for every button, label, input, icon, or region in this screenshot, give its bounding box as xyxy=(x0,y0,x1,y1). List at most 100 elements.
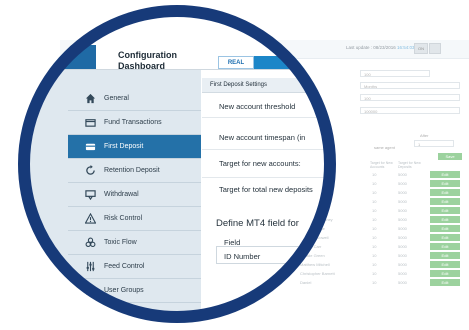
sidebar-item-risk-control[interactable]: Risk Control xyxy=(68,207,201,231)
first-deposit-icon xyxy=(84,141,96,153)
new-account-timespan-label: New account timespan (in xyxy=(219,133,306,142)
define-mt4-field-title: Define MT4 field for xyxy=(216,218,299,229)
sidebar-item-label: Fund Transactions xyxy=(104,119,162,126)
table-cell-a: 10 xyxy=(372,226,377,231)
edit-button[interactable]: Edit xyxy=(430,207,460,214)
form-row: New account threshold xyxy=(202,93,336,118)
save-button[interactable]: Save xyxy=(438,153,462,160)
sidebar-item-label: Withdrawal xyxy=(104,191,139,198)
edit-button[interactable]: Edit xyxy=(430,252,460,259)
table-cell-a: 10 xyxy=(372,235,377,240)
header-brand-block xyxy=(18,45,96,69)
timespan-unit-select[interactable]: Months xyxy=(360,82,460,89)
edit-button[interactable]: Edit xyxy=(430,279,460,286)
sliders-icon xyxy=(84,261,96,273)
table-cell-a: 10 xyxy=(372,280,377,285)
sidebar-item-label: Feed Control xyxy=(104,263,145,270)
form-row: Target for new accounts: xyxy=(202,149,336,178)
table-cell-a: 10 xyxy=(372,217,377,222)
edit-button[interactable]: Edit xyxy=(430,261,460,268)
table-cell-b: 5000 xyxy=(398,199,407,204)
target-deposits-input[interactable]: 100000 xyxy=(360,107,460,114)
biohazard-icon xyxy=(84,237,96,249)
section-title: First Deposit Settings xyxy=(210,82,268,88)
table-cell-b: 5000 xyxy=(398,226,407,231)
page-title: Configuration Dashboard xyxy=(118,50,177,71)
edit-button[interactable]: Edit xyxy=(430,270,460,277)
magnifier-lens: Configuration Dashboard REAL General Fun… xyxy=(18,5,336,323)
sidebar-item-label: Retention Deposit xyxy=(104,167,160,174)
table-cell-a: 10 xyxy=(372,208,377,213)
mt4-field-value: ID Number xyxy=(224,252,261,261)
toggle-on-button[interactable]: ON xyxy=(414,43,428,54)
sidebar-item-first-deposit[interactable]: First Deposit xyxy=(68,135,201,159)
table-cell-b: 5000 xyxy=(398,235,407,240)
same-agent-label: same agent xyxy=(374,145,395,150)
table-cell-b: 5000 xyxy=(398,217,407,222)
mode-tab-real[interactable]: REAL xyxy=(218,56,254,69)
table-cell-a: 10 xyxy=(372,244,377,249)
table-cell-a: 10 xyxy=(372,199,377,204)
app-header: Configuration Dashboard REAL xyxy=(18,5,336,71)
table-cell-a: 10 xyxy=(372,181,377,186)
table-cell-b: 5000 xyxy=(398,253,407,258)
edit-button[interactable]: Edit xyxy=(430,243,460,250)
sidebar-item-general[interactable]: General xyxy=(68,87,201,111)
sidebar: General Fund Transactions First Deposit … xyxy=(18,70,201,323)
table-cell-b: 5000 xyxy=(398,190,407,195)
after-label: After xyxy=(420,133,429,138)
warning-icon xyxy=(84,213,96,225)
edit-button[interactable]: Edit xyxy=(430,180,460,187)
sidebar-item-label: First Deposit xyxy=(104,143,144,150)
target-accounts-input[interactable]: 100 xyxy=(360,94,460,101)
section-header: First Deposit Settings xyxy=(202,78,336,93)
table-cell-a: 10 xyxy=(372,262,377,267)
edit-button[interactable]: Edit xyxy=(430,198,460,205)
target-new-accounts-label: Target for new accounts: xyxy=(219,159,301,168)
toggle-off-button[interactable] xyxy=(429,43,441,54)
sidebar-item-label: General xyxy=(104,95,129,102)
col-accounts-header: Target for New Accounts xyxy=(370,161,393,169)
retention-icon xyxy=(84,165,96,177)
form-row: Target for total new deposits xyxy=(202,177,336,209)
users-icon xyxy=(84,285,96,297)
table-cell-b: 5000 xyxy=(398,181,407,186)
sidebar-item-user-groups[interactable]: User Groups xyxy=(68,279,201,303)
form-row: New account timespan (in xyxy=(202,117,336,150)
threshold-input[interactable]: 100 xyxy=(360,70,430,77)
screenshot-stage: Last update : 08/23/2016 16:54:03 ON 100… xyxy=(0,0,469,330)
edit-button[interactable]: Edit xyxy=(430,234,460,241)
target-total-deposits-label: Target for total new deposits xyxy=(219,185,313,194)
last-update-text: Last update : 08/23/2016 16:54:03 xyxy=(346,45,415,50)
sidebar-item-withdrawal[interactable]: Withdrawal xyxy=(68,183,201,207)
table-cell-b: 5000 xyxy=(398,208,407,213)
table-cell-a: 10 xyxy=(372,271,377,276)
table-cell-a: 10 xyxy=(372,190,377,195)
home-icon xyxy=(84,93,96,105)
table-cell-b: 5000 xyxy=(398,271,407,276)
sidebar-item-label: User Groups xyxy=(104,287,144,294)
new-account-threshold-label: New account threshold xyxy=(219,102,296,111)
after-input[interactable]: 1 xyxy=(414,140,454,147)
table-cell-b: 5000 xyxy=(398,244,407,249)
table-cell-b: 5000 xyxy=(398,262,407,267)
table-cell-b: 5000 xyxy=(398,172,407,177)
table-cell-a: 10 xyxy=(372,253,377,258)
withdrawal-icon xyxy=(84,189,96,201)
sidebar-item-fund-transactions[interactable]: Fund Transactions xyxy=(68,111,201,135)
sidebar-item-label: Toxic Flow xyxy=(104,239,137,246)
sidebar-item-retention-deposit[interactable]: Retention Deposit xyxy=(68,159,201,183)
edit-button[interactable]: Edit xyxy=(430,171,460,178)
mode-bar xyxy=(254,56,336,69)
sidebar-item-label: Risk Control xyxy=(104,215,143,222)
edit-button[interactable]: Edit xyxy=(430,189,460,196)
edit-button[interactable]: Edit xyxy=(430,225,460,232)
sidebar-item-feed-control[interactable]: Feed Control xyxy=(68,255,201,279)
col-deposits-header: Target for New Deposits xyxy=(398,161,421,169)
sidebar-item-toxic-flow[interactable]: Toxic Flow xyxy=(68,231,201,255)
edit-button[interactable]: Edit xyxy=(430,216,460,223)
table-cell-a: 10 xyxy=(372,172,377,177)
fund-transactions-icon xyxy=(84,117,96,129)
table-cell-b: 5000 xyxy=(398,280,407,285)
first-deposit-panel: First Deposit Settings New account thres… xyxy=(202,70,336,323)
